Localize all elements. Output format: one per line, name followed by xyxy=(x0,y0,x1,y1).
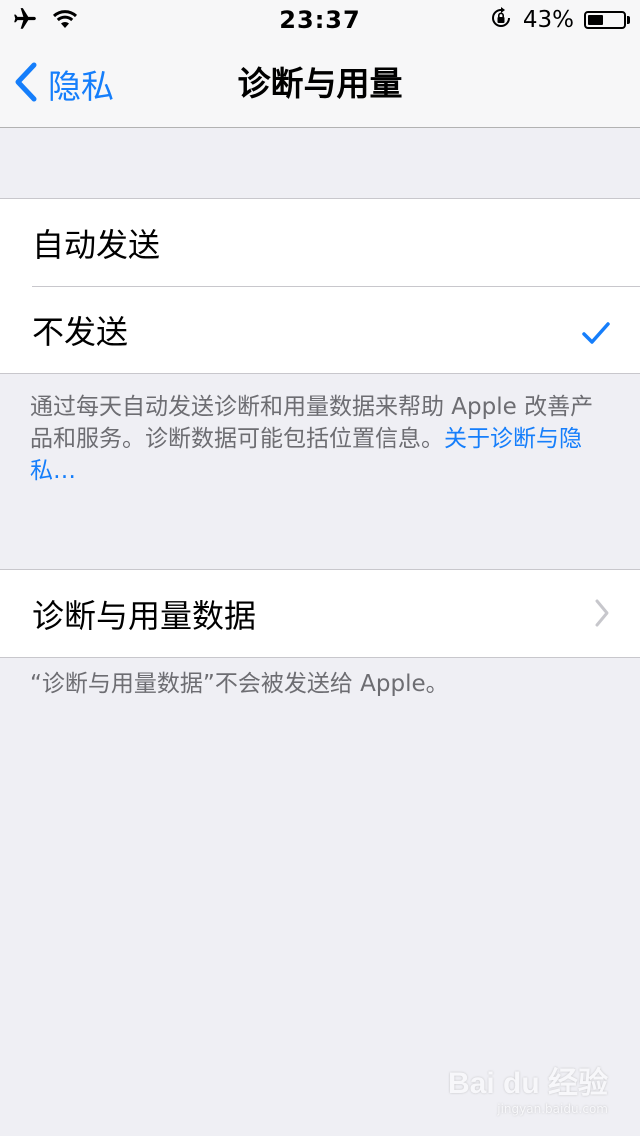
watermark: Bai du 经验 jingyan.baidu.com xyxy=(448,1058,608,1116)
send-options-group: 自动发送 不发送 xyxy=(0,198,640,374)
watermark-url: jingyan.baidu.com xyxy=(497,1102,608,1116)
send-footer: 通过每天自动发送诊断和用量数据来帮助 Apple 改善产品和服务。诊断数据可能包… xyxy=(30,391,616,487)
navigation-bar: 隐私 诊断与用量 xyxy=(0,40,640,128)
watermark-brand: Bai du 经验 xyxy=(447,1067,608,1100)
option-auto-send[interactable]: 自动发送 xyxy=(0,199,640,286)
status-bar: 23:37 43% xyxy=(0,0,640,40)
option-dont-send[interactable]: 不发送 xyxy=(0,286,640,373)
back-button[interactable]: 隐私 xyxy=(14,40,114,128)
item-label: 诊断与用量数据 xyxy=(32,596,257,635)
orientation-lock-icon xyxy=(489,6,513,34)
option-label: 自动发送 xyxy=(32,225,161,264)
status-right: 43% xyxy=(489,6,630,34)
battery-tip xyxy=(627,16,630,24)
back-label: 隐私 xyxy=(48,67,114,106)
chevron-right-icon xyxy=(594,598,610,636)
option-label: 不发送 xyxy=(32,312,129,351)
usage-data-item[interactable]: 诊断与用量数据 xyxy=(0,570,640,657)
battery-icon xyxy=(584,11,626,29)
checkmark-icon xyxy=(582,315,610,353)
battery-level-fill xyxy=(588,15,603,25)
usage-data-group: 诊断与用量数据 xyxy=(0,569,640,658)
data-footer: “诊断与用量数据”不会被发送给 Apple。 xyxy=(30,668,616,700)
battery-percent: 43% xyxy=(522,7,574,33)
data-footer-text: “诊断与用量数据”不会被发送给 Apple。 xyxy=(30,671,449,697)
chevron-left-icon xyxy=(14,62,38,106)
